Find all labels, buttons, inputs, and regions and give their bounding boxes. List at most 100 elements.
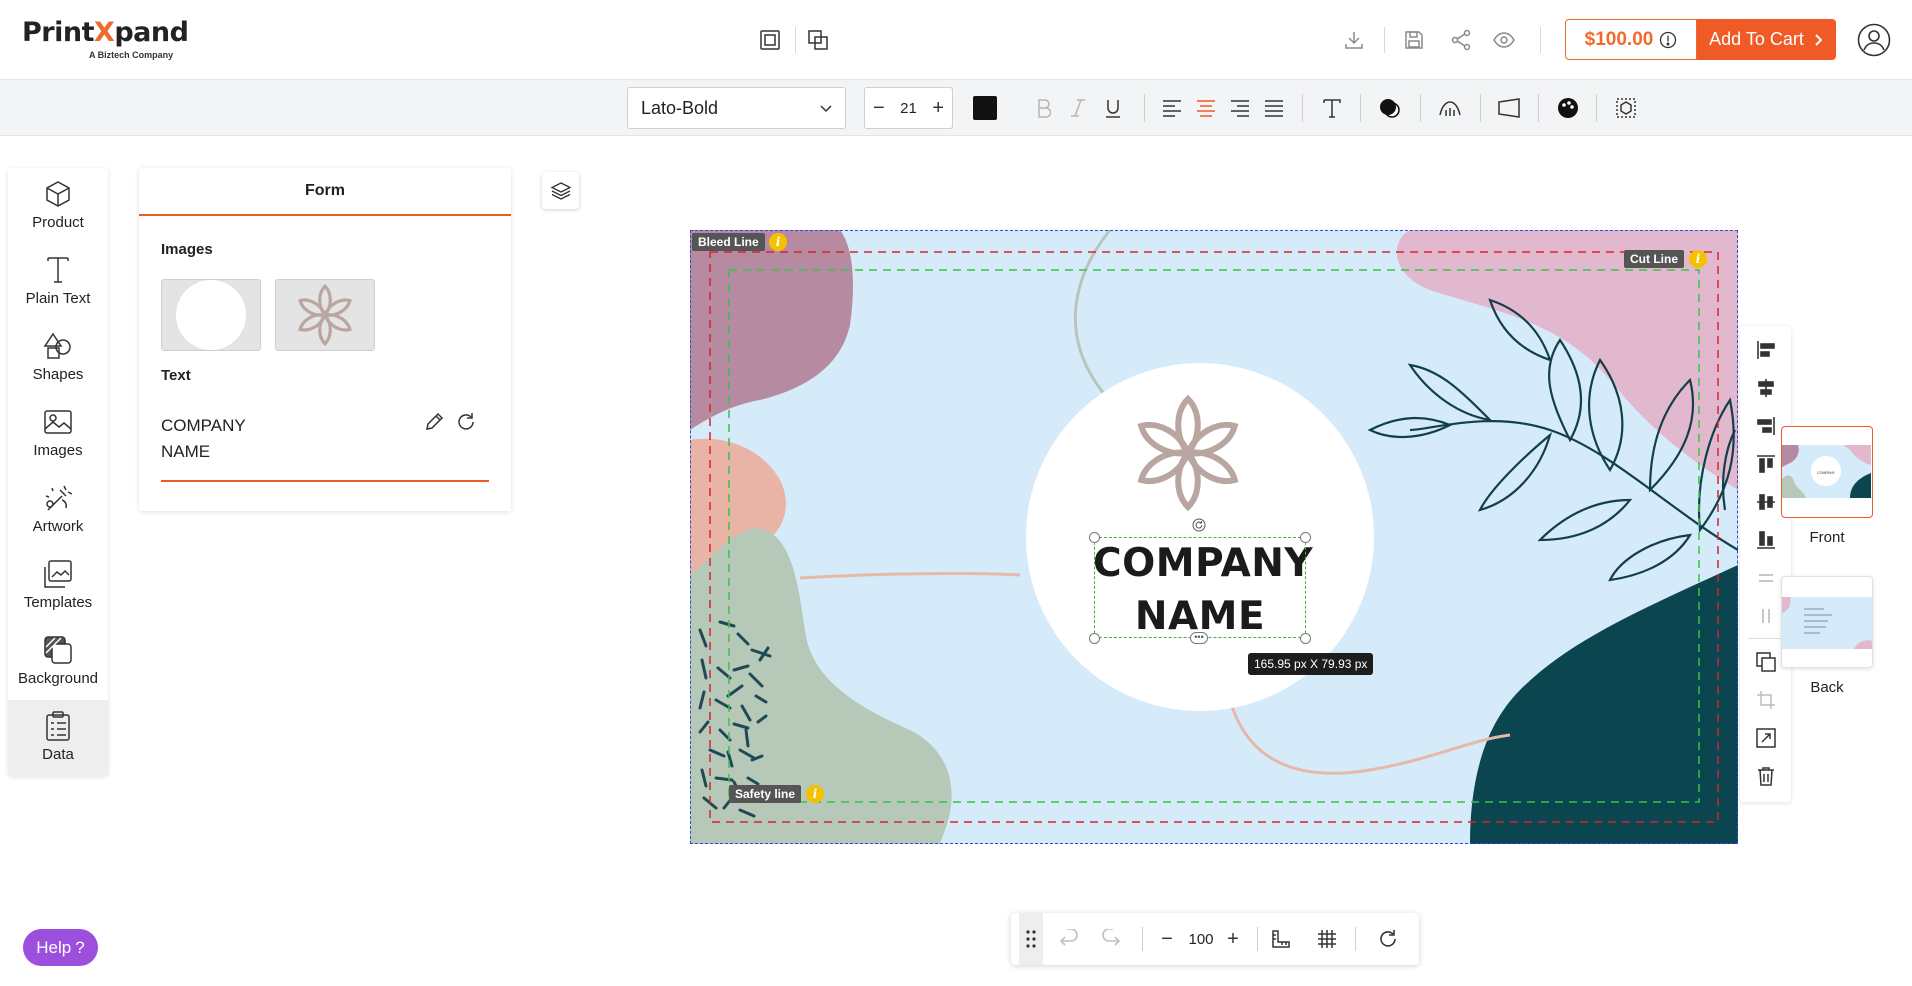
align-bottom-edge-icon[interactable]	[1752, 526, 1780, 554]
delete-trash-icon[interactable]	[1752, 762, 1780, 790]
refresh-icon[interactable]	[1374, 925, 1402, 953]
distribute-horizontal-icon[interactable]	[1752, 564, 1780, 592]
sidebar-item-label: Artwork	[32, 518, 84, 535]
align-toolbar	[1740, 326, 1791, 802]
bleed-line-info-icon[interactable]: i	[769, 233, 787, 251]
bold-icon[interactable]	[1030, 94, 1058, 122]
zoom-value[interactable]: 100	[1183, 925, 1219, 953]
sidebar-item-label: Shapes	[32, 366, 84, 383]
undo-icon[interactable]	[1055, 925, 1083, 953]
resize-handle[interactable]	[1300, 532, 1311, 543]
italic-icon[interactable]	[1064, 94, 1092, 122]
download-icon[interactable]	[1340, 26, 1368, 54]
chevron-down-icon	[819, 101, 833, 115]
font-size-stepper[interactable]: − 21 +	[864, 87, 953, 129]
text-shadow-icon[interactable]	[1376, 94, 1404, 122]
tab-form[interactable]: Form	[139, 168, 511, 216]
ruler-icon[interactable]	[1267, 925, 1295, 953]
sidebar-item-images[interactable]: Images	[8, 396, 108, 472]
drag-handle-icon[interactable]	[1019, 913, 1043, 965]
align-left-icon[interactable]	[1158, 94, 1186, 122]
templates-icon	[43, 558, 73, 590]
duplicate-page-icon[interactable]	[756, 26, 784, 54]
align-right-icon[interactable]	[1226, 94, 1254, 122]
redo-icon[interactable]	[1097, 925, 1125, 953]
price-info-icon[interactable]	[1659, 31, 1677, 49]
rotate-handle-icon[interactable]	[1192, 518, 1206, 532]
left-sidebar: Product Plain Text Shapes Images Artwork…	[8, 168, 108, 776]
logo-text-x: X	[94, 17, 115, 48]
add-to-cart-button[interactable]: Add To Cart	[1697, 19, 1836, 60]
user-account-icon[interactable]	[1856, 22, 1892, 58]
text-field-value[interactable]: COMPANY NAME	[161, 413, 361, 465]
align-top-edge-icon[interactable]	[1752, 450, 1780, 478]
font-size-decrease-button[interactable]: −	[873, 97, 885, 120]
align-middle-vertical-icon[interactable]	[1752, 488, 1780, 516]
sidebar-item-data[interactable]: Data	[8, 700, 108, 776]
perspective-icon[interactable]	[1495, 94, 1523, 122]
zoom-out-button[interactable]: −	[1153, 925, 1181, 953]
share-icon[interactable]	[1447, 26, 1475, 54]
logo-text-pand: pand	[114, 17, 189, 48]
underline-icon[interactable]	[1099, 94, 1127, 122]
font-size-increase-button[interactable]: +	[932, 97, 944, 120]
edit-pencil-icon[interactable]	[423, 411, 445, 433]
page-thumb-front[interactable]: COMPANY	[1781, 426, 1873, 518]
text-style-icon[interactable]	[1318, 94, 1346, 122]
page-label-front: Front	[1809, 529, 1845, 546]
sidebar-item-artwork[interactable]: Artwork	[8, 472, 108, 548]
align-left-edge-icon[interactable]	[1752, 336, 1780, 364]
layers-button[interactable]	[542, 172, 579, 209]
resize-handle[interactable]	[1089, 532, 1100, 543]
sidebar-item-background[interactable]: Background	[8, 624, 108, 700]
arrange-pages-icon[interactable]	[804, 26, 832, 54]
font-family-select[interactable]: Lato-Bold	[627, 87, 846, 129]
font-size-value[interactable]: 21	[900, 100, 917, 117]
duplicate-object-icon[interactable]	[1752, 648, 1780, 676]
grid-icon[interactable]	[1313, 925, 1341, 953]
text-section-title: Text	[161, 367, 191, 384]
curved-text-icon[interactable]	[1436, 94, 1464, 122]
distribute-vertical-icon[interactable]	[1752, 602, 1780, 630]
printxpand-logo[interactable]: PrintXpand A Biztech Company	[22, 17, 189, 61]
sidebar-item-product[interactable]: Product	[8, 168, 108, 244]
reset-icon[interactable]	[455, 411, 477, 433]
help-button[interactable]: Help ?	[23, 929, 98, 966]
resize-handle[interactable]	[1300, 633, 1311, 644]
resize-handle[interactable]	[1089, 633, 1100, 644]
zoom-in-button[interactable]: +	[1219, 925, 1247, 953]
sidebar-item-label: Data	[42, 746, 74, 763]
text-t-icon	[43, 254, 73, 286]
align-center-horizontal-icon[interactable]	[1752, 374, 1780, 402]
crop-icon[interactable]	[1752, 686, 1780, 714]
sidebar-item-templates[interactable]: Templates	[8, 548, 108, 624]
align-justify-icon[interactable]	[1260, 94, 1288, 122]
sidebar-item-label: Product	[32, 214, 84, 231]
cut-line-info-icon[interactable]: i	[1689, 250, 1707, 268]
selection-dimensions: 165.95 px X 79.93 px	[1248, 653, 1374, 675]
move-handle-icon[interactable]: •••	[1190, 632, 1208, 644]
toolbar-divider	[1144, 94, 1145, 122]
text-field-underline	[161, 480, 489, 482]
sidebar-item-plain-text[interactable]: Plain Text	[8, 244, 108, 320]
page-thumb-back[interactable]	[1781, 576, 1873, 668]
text-color-swatch[interactable]	[973, 96, 997, 120]
toolbar-divider	[1420, 94, 1421, 122]
page-label-back: Back	[1810, 679, 1844, 696]
color-palette-icon[interactable]	[1554, 94, 1582, 122]
image-thumb-circle[interactable]	[161, 279, 261, 351]
sidebar-item-label: Templates	[23, 594, 93, 611]
align-center-icon[interactable]	[1192, 94, 1220, 122]
align-right-edge-icon[interactable]	[1752, 412, 1780, 440]
image-thumb-flower[interactable]	[275, 279, 375, 351]
sidebar-item-label: Background	[17, 670, 99, 687]
3d-transform-icon[interactable]	[1612, 94, 1640, 122]
resize-expand-icon[interactable]	[1752, 724, 1780, 752]
price-display[interactable]: $100.00	[1565, 19, 1697, 60]
sidebar-item-shapes[interactable]: Shapes	[8, 320, 108, 396]
preview-eye-icon[interactable]	[1490, 26, 1518, 54]
form-panel: Form Images Text COMPANY NAME	[139, 168, 511, 511]
safety-line-info-icon[interactable]: i	[806, 785, 824, 803]
text-value-line2: NAME	[161, 442, 211, 461]
save-icon[interactable]	[1400, 26, 1428, 54]
